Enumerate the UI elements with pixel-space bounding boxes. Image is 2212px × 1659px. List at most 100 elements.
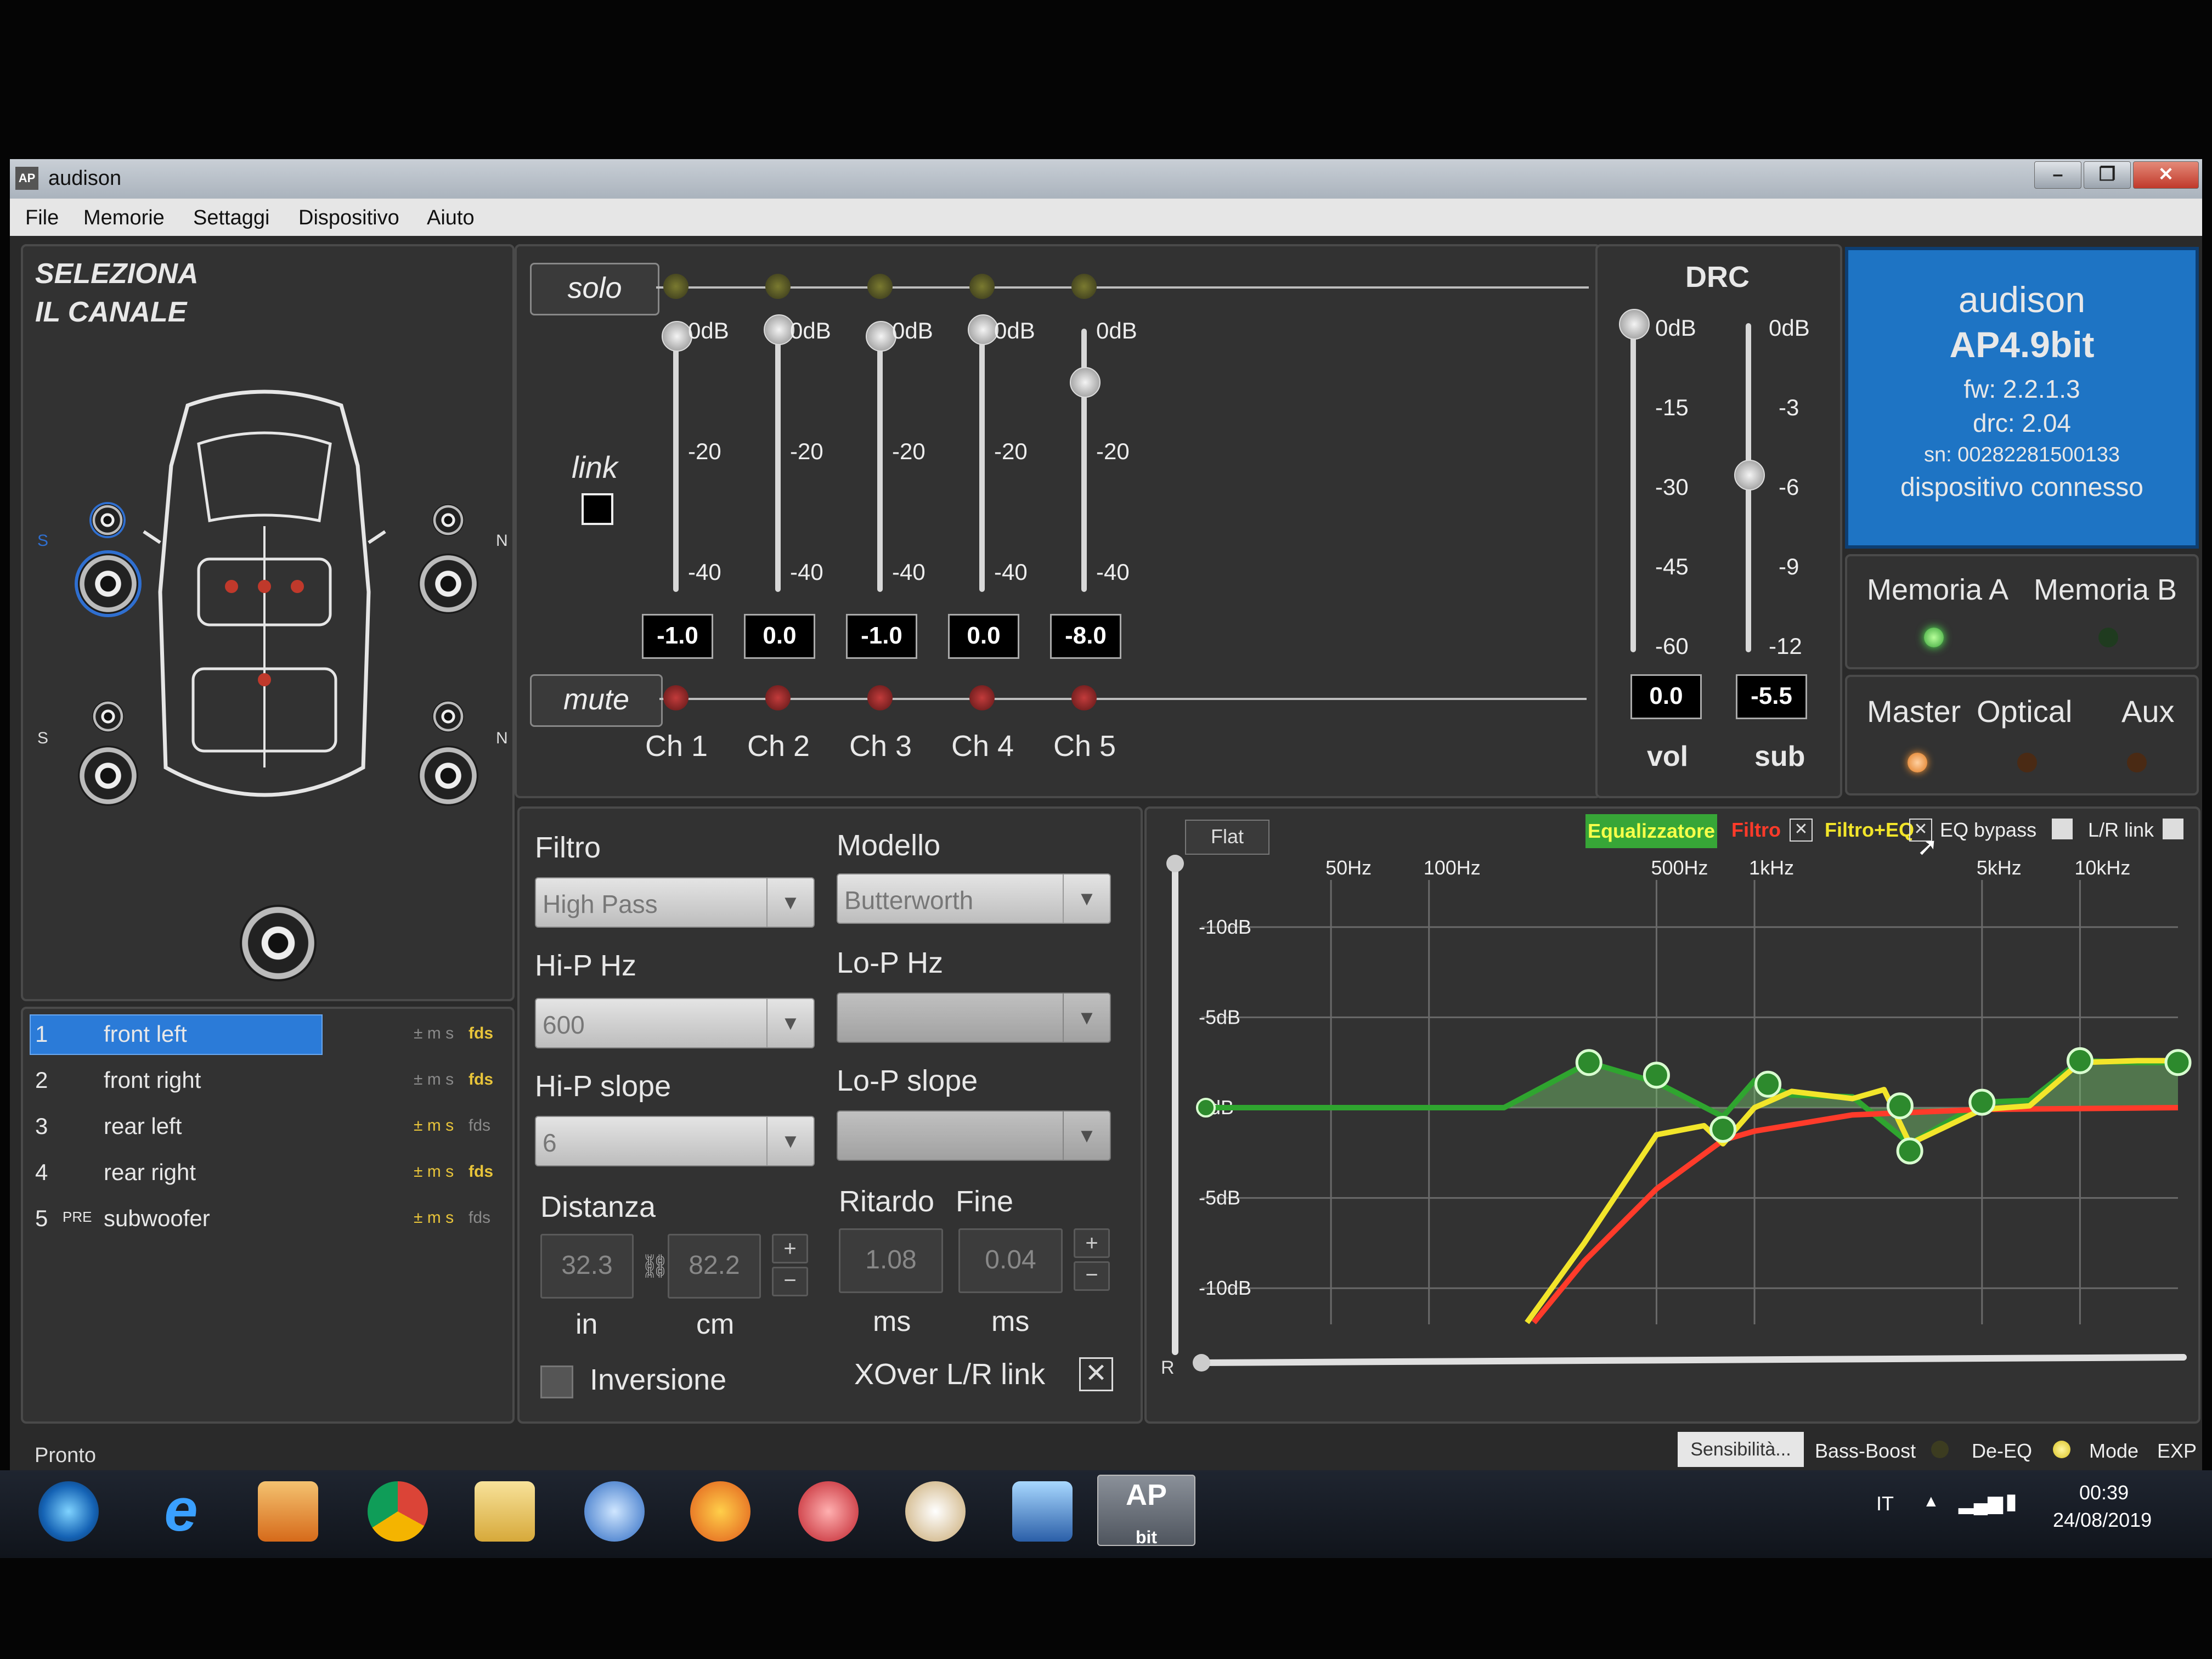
- filtro-select[interactable]: High Pass ▼: [535, 877, 815, 928]
- firefox-icon[interactable]: [690, 1481, 751, 1542]
- eq-band-node[interactable]: [1754, 1070, 1782, 1098]
- speaker-rear-left-tweeter-icon[interactable]: [92, 701, 124, 732]
- fine-input[interactable]: 0.04: [958, 1228, 1063, 1293]
- mute-button[interactable]: mute: [530, 674, 663, 727]
- file-explorer-icon[interactable]: [475, 1481, 535, 1542]
- speaker-rear-left-woofer-icon[interactable]: [78, 746, 138, 806]
- minimize-button[interactable]: –: [2034, 161, 2081, 189]
- maximize-button[interactable]: ❐: [2084, 161, 2131, 189]
- aux-label[interactable]: Aux: [2121, 693, 2175, 729]
- fader-track[interactable]: [877, 329, 883, 592]
- inversione-checkbox[interactable]: [540, 1365, 573, 1398]
- speaker-front-left-woofer-icon[interactable]: [78, 554, 138, 614]
- mute-dot-icon[interactable]: [765, 685, 791, 710]
- memory-a-led-icon[interactable]: [1924, 628, 1944, 647]
- solo-dot-icon[interactable]: [1071, 274, 1097, 299]
- master-led-icon[interactable]: [1908, 753, 1927, 772]
- language-indicator[interactable]: IT: [1876, 1492, 1894, 1515]
- menu-dispositivo[interactable]: Dispositivo: [298, 206, 399, 230]
- mute-dot-icon[interactable]: [1071, 685, 1097, 710]
- channel-row[interactable]: 2 front right ± m s fds: [30, 1060, 501, 1102]
- channel-row[interactable]: 3 rear left ± m s fds: [30, 1107, 501, 1148]
- menu-settaggi[interactable]: Settaggi: [193, 206, 269, 230]
- channel-row[interactable]: 4 rear right ± m s fds: [30, 1153, 501, 1194]
- ritardo-input[interactable]: 1.08: [839, 1228, 943, 1293]
- optical-label[interactable]: Optical: [1977, 693, 2072, 729]
- lop-hz-select[interactable]: ▼: [837, 992, 1111, 1043]
- media-player-icon[interactable]: [258, 1481, 318, 1542]
- sensibilita-button[interactable]: Sensibilità...: [1678, 1432, 1804, 1467]
- fader-track[interactable]: [979, 329, 985, 592]
- hip-slope-select[interactable]: 6 ▼: [535, 1116, 815, 1166]
- eq-freq-slider-track[interactable]: [1198, 1354, 2187, 1366]
- eq-band-node[interactable]: [1886, 1092, 1914, 1120]
- menu-file[interactable]: File: [25, 206, 59, 230]
- channel-row[interactable]: 1 front left ± m s fds: [30, 1014, 501, 1056]
- eq-band-node[interactable]: [2164, 1049, 2192, 1076]
- internet-explorer-icon[interactable]: e: [151, 1480, 211, 1542]
- paint-icon[interactable]: [905, 1481, 966, 1542]
- red-app-icon[interactable]: [798, 1481, 859, 1542]
- remote-desktop-icon[interactable]: [1012, 1481, 1073, 1542]
- eq-band-node[interactable]: [1709, 1116, 1737, 1143]
- solo-dot-icon[interactable]: [765, 274, 791, 299]
- mute-dot-icon[interactable]: [969, 685, 995, 710]
- fader-track[interactable]: [673, 329, 679, 592]
- solo-dot-icon[interactable]: [867, 274, 893, 299]
- eq-band-node[interactable]: [1896, 1137, 1923, 1165]
- distance-decrement-button[interactable]: −: [772, 1267, 808, 1296]
- eq-band-node[interactable]: [1575, 1049, 1602, 1076]
- eq-response-chart[interactable]: 50Hz 100Hz 500Hz 1kHz 5kHz 10kHz-10dB-5dB0dB-…: [1147, 809, 2198, 1421]
- eq-gain-slider-knob[interactable]: [1166, 855, 1184, 872]
- tray-expand-icon[interactable]: ▲: [1923, 1492, 1939, 1511]
- bass-boost-led-icon[interactable]: [1931, 1441, 1949, 1458]
- eq-band-node[interactable]: [1196, 1098, 1216, 1118]
- clock-time[interactable]: 00:39: [2079, 1481, 2129, 1504]
- solo-dot-icon[interactable]: [969, 274, 995, 299]
- memory-b-led-icon[interactable]: [2098, 628, 2118, 647]
- delay-increment-button[interactable]: +: [1074, 1228, 1110, 1258]
- speaker-front-left-tweeter-icon[interactable]: [92, 504, 123, 536]
- eq-band-node[interactable]: [1968, 1088, 1996, 1116]
- link-checkbox[interactable]: [582, 493, 613, 525]
- xover-lr-link-checkbox[interactable]: ✕: [1079, 1357, 1113, 1391]
- distance-in-input[interactable]: 32.3: [540, 1234, 634, 1299]
- speaker-rear-right-woofer-icon[interactable]: [418, 746, 478, 806]
- chrome-icon[interactable]: [368, 1481, 428, 1542]
- memory-a-label[interactable]: Memoria A: [1867, 573, 2008, 607]
- speaker-front-right-tweeter-icon[interactable]: [432, 504, 464, 536]
- memory-b-label[interactable]: Memoria B: [2034, 573, 2177, 607]
- fader-track[interactable]: [775, 329, 781, 592]
- solo-dot-icon[interactable]: [663, 274, 689, 299]
- vol-slider-knob[interactable]: [1619, 309, 1650, 340]
- aux-led-icon[interactable]: [2127, 753, 2147, 772]
- sub-slider-knob[interactable]: [1734, 460, 1765, 490]
- distance-increment-button[interactable]: +: [772, 1234, 808, 1263]
- subwoofer-icon[interactable]: [240, 905, 317, 981]
- optical-led-icon[interactable]: [2017, 753, 2037, 772]
- menu-aiuto[interactable]: Aiuto: [427, 206, 475, 230]
- signal-icon[interactable]: ▂▄▆: [1959, 1491, 2003, 1514]
- eq-band-node[interactable]: [1643, 1062, 1670, 1089]
- modello-select[interactable]: Butterworth ▼: [837, 873, 1111, 924]
- thunderbird-icon[interactable]: [584, 1481, 645, 1542]
- speaker-rear-right-tweeter-icon[interactable]: [432, 701, 464, 732]
- mute-dot-icon[interactable]: [867, 685, 893, 710]
- channel-row[interactable]: 5 PRE subwoofer ± m s fds: [30, 1199, 501, 1240]
- solo-button[interactable]: solo: [530, 263, 659, 315]
- start-orb-icon[interactable]: [38, 1481, 99, 1542]
- battery-icon[interactable]: ▮: [2005, 1489, 2017, 1514]
- mute-dot-icon[interactable]: [663, 685, 689, 710]
- de-eq-led-icon[interactable]: [2053, 1441, 2070, 1458]
- hip-hz-select[interactable]: 600 ▼: [535, 998, 815, 1048]
- eq-freq-slider-knob[interactable]: [1193, 1354, 1210, 1372]
- menu-memorie[interactable]: Memorie: [83, 206, 165, 230]
- eq-band-node[interactable]: [2066, 1047, 2094, 1074]
- speaker-front-right-woofer-icon[interactable]: [418, 554, 478, 614]
- fader-knob[interactable]: [1070, 367, 1101, 398]
- lop-slope-select[interactable]: ▼: [837, 1110, 1111, 1161]
- vol-slider-track[interactable]: [1630, 323, 1636, 652]
- delay-decrement-button[interactable]: −: [1074, 1261, 1110, 1291]
- master-label[interactable]: Master: [1867, 693, 1961, 729]
- link-chain-icon[interactable]: ⛓: [640, 1253, 669, 1280]
